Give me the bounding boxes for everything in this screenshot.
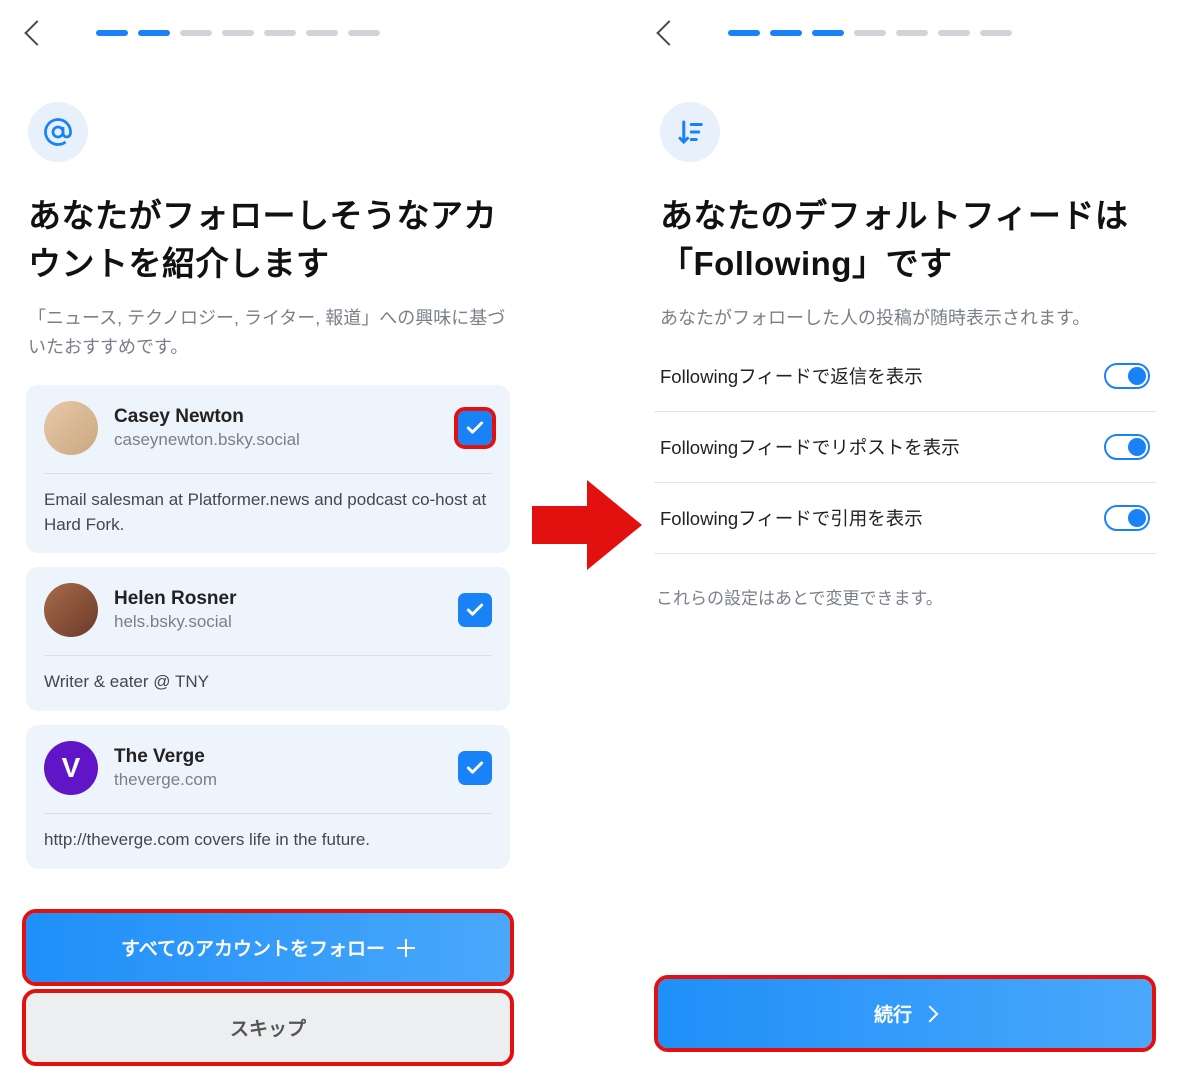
follow-checkbox[interactable]	[458, 751, 492, 785]
follow-checkbox[interactable]	[458, 593, 492, 627]
account-bio: Writer & eater @ TNY	[44, 670, 492, 695]
chevron-right-icon	[922, 1005, 939, 1022]
settings-note: これらの設定はあとで変更できます。	[650, 554, 1160, 639]
account-name: The Verge	[114, 746, 442, 768]
account-handle: theverge.com	[114, 770, 442, 790]
follow-all-label: すべてのアカウントをフォロー	[121, 934, 385, 961]
toggle-switch[interactable]	[1104, 505, 1150, 531]
account-handle: caseynewton.bsky.social	[114, 430, 442, 450]
skip-button[interactable]: スキップ	[26, 993, 510, 1062]
avatar	[44, 583, 98, 637]
avatar	[44, 401, 98, 455]
toggle-label: Followingフィードで引用を表示	[660, 505, 923, 531]
progress-indicator	[728, 30, 1012, 36]
follow-checkbox[interactable]	[458, 411, 492, 445]
onboarding-feed-screen: あなたのデフォルトフィードは「Following」です あなたがフォローした人の…	[650, 0, 1160, 1078]
plus-icon	[397, 939, 415, 957]
progress-indicator	[96, 30, 380, 36]
page-title: あなたのデフォルトフィードは「Following」です	[650, 192, 1160, 288]
account-name: Casey Newton	[114, 406, 442, 428]
skip-label: スキップ	[230, 1014, 306, 1041]
avatar: V	[44, 741, 98, 795]
topbar	[18, 0, 518, 52]
account-bio: http://theverge.com covers life in the f…	[44, 828, 492, 853]
account-card[interactable]: Casey Newton caseynewton.bsky.social Ema…	[26, 385, 510, 553]
account-card[interactable]: V The Verge theverge.com http://theverge…	[26, 725, 510, 869]
back-icon[interactable]	[656, 20, 681, 45]
continue-label: 続行	[874, 1000, 912, 1027]
toggle-label: Followingフィードでリポストを表示	[660, 434, 960, 460]
back-icon[interactable]	[24, 20, 49, 45]
onboarding-follow-screen: あなたがフォローしそうなアカウントを紹介します 「ニュース, テクノロジー, ラ…	[18, 0, 518, 1078]
page-subtitle: 「ニュース, テクノロジー, ライター, 報道」への興味に基づいたおすすめです。	[18, 288, 518, 385]
account-handle: hels.bsky.social	[114, 612, 442, 632]
continue-button[interactable]: 続行	[658, 979, 1152, 1048]
sort-icon	[660, 102, 720, 162]
topbar	[650, 0, 1160, 52]
account-name: Helen Rosner	[114, 588, 442, 610]
follow-all-button[interactable]: すべてのアカウントをフォロー	[26, 913, 510, 982]
toggle-label: Followingフィードで返信を表示	[660, 363, 923, 389]
page-subtitle: あなたがフォローした人の投稿が随時表示されます。	[650, 288, 1160, 356]
at-sign-icon	[28, 102, 88, 162]
toggle-row-quotes: Followingフィードで引用を表示	[654, 483, 1156, 554]
account-bio: Email salesman at Platformer.news and po…	[44, 488, 492, 537]
toggle-switch[interactable]	[1104, 363, 1150, 389]
toggle-row-replies: Followingフィードで返信を表示	[654, 355, 1156, 412]
account-card[interactable]: Helen Rosner hels.bsky.social Writer & e…	[26, 567, 510, 711]
page-title: あなたがフォローしそうなアカウントを紹介します	[18, 192, 518, 288]
toggle-row-reposts: Followingフィードでリポストを表示	[654, 412, 1156, 483]
toggle-switch[interactable]	[1104, 434, 1150, 460]
arrow-right-icon	[532, 470, 642, 580]
